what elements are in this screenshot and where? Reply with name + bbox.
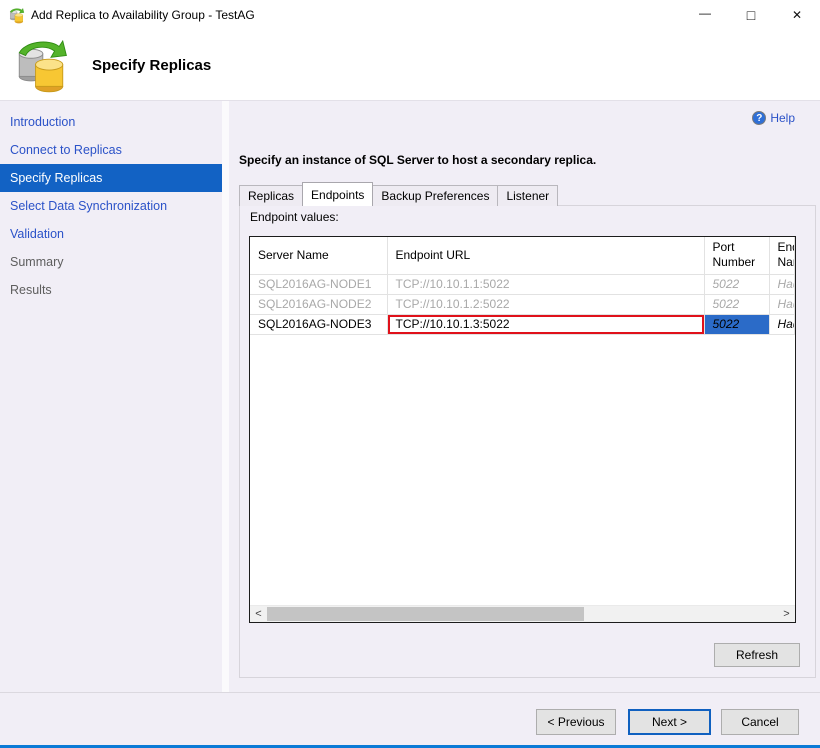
maximize-button[interactable]: □ [728,0,774,30]
endpoints-grid: Server Name Endpoint URL Port Number End… [249,236,796,623]
cell-port-number: 5022 [704,294,769,314]
page-title: Specify Replicas [92,57,211,74]
wizard-body: Introduction Connect to Replicas Specify… [0,100,820,745]
column-header-server-name: Server Name [250,237,387,274]
window-title: Add Replica to Availability Group - Test… [31,8,255,22]
cell-port-number-selected[interactable]: 5022 [704,314,769,334]
cell-endpoint-url: TCP://10.10.1.2:5022 [387,294,704,314]
cell-endpoint-name[interactable]: Hadr [769,314,795,334]
cell-endpoint-name: Hadr [769,274,795,294]
tab-replicas[interactable]: Replicas [239,185,303,206]
table-row-node1: SQL2016AG-NODE1 TCP://10.10.1.1:5022 502… [250,274,795,294]
table-row-node2: SQL2016AG-NODE2 TCP://10.10.1.2:5022 502… [250,294,795,314]
column-header-endpoint-name: Endpoint Name [769,237,795,274]
cell-port-number: 5022 [704,274,769,294]
wizard-header: Specify Replicas [0,30,820,100]
sidebar-item-select-data-synchronization[interactable]: Select Data Synchronization [0,192,222,220]
scroll-left-icon[interactable]: < [250,606,267,622]
tab-backup-preferences[interactable]: Backup Preferences [372,185,498,206]
previous-button[interactable]: < Previous [536,709,616,735]
sidebar-item-validation[interactable]: Validation [0,220,222,248]
cell-endpoint-url: TCP://10.10.1.1:5022 [387,274,704,294]
minimize-button[interactable]: — [682,0,728,30]
footer-bar: < Previous Next > Cancel [0,692,820,746]
wizard-steps-sidebar: Introduction Connect to Replicas Specify… [0,101,222,692]
scroll-right-icon[interactable]: > [778,606,795,622]
close-icon: ✕ [792,8,802,22]
close-button[interactable]: ✕ [774,0,820,30]
sidebar-item-introduction[interactable]: Introduction [0,108,222,136]
cancel-button[interactable]: Cancel [721,709,799,735]
wizard-window: Add Replica to Availability Group - Test… [0,0,820,748]
help-link[interactable]: ? Help [752,111,795,125]
sidebar-item-connect-to-replicas[interactable]: Connect to Replicas [0,136,222,164]
help-label: Help [770,111,795,125]
table-row-node3[interactable]: SQL2016AG-NODE3 TCP://10.10.1.3:5022 502… [250,314,795,334]
tab-listener[interactable]: Listener [497,185,558,206]
tab-strip: Replicas Endpoints Backup Preferences Li… [239,185,557,206]
instruction-text: Specify an instance of SQL Server to hos… [239,153,596,167]
endpoint-url-value: TCP://10.10.1.3:5022 [396,317,510,331]
sidebar-item-summary: Summary [0,248,222,276]
cell-server-name[interactable]: SQL2016AG-NODE3 [250,314,387,334]
cell-server-name: SQL2016AG-NODE2 [250,294,387,314]
sidebar-item-results: Results [0,276,222,304]
minimize-icon: — [699,6,711,20]
cell-server-name: SQL2016AG-NODE1 [250,274,387,294]
main-content: ? Help Specify an instance of SQL Server… [229,101,820,692]
scrollbar-thumb[interactable] [267,607,584,621]
table-header-row: Server Name Endpoint URL Port Number End… [250,237,795,274]
cell-endpoint-url[interactable]: TCP://10.10.1.3:5022 [387,314,704,334]
help-icon: ? [752,111,766,125]
refresh-button[interactable]: Refresh [714,643,800,667]
sidebar-divider [222,101,229,692]
horizontal-scrollbar[interactable]: < > [250,605,795,622]
maximize-icon: □ [747,7,755,23]
app-database-icon [8,7,25,24]
replica-database-icon [12,38,70,93]
cell-endpoint-name: Hadr [769,294,795,314]
tab-endpoints[interactable]: Endpoints [302,182,373,206]
sidebar-item-specify-replicas[interactable]: Specify Replicas [0,164,222,192]
endpoints-table: Server Name Endpoint URL Port Number End… [250,237,795,335]
scrollbar-track[interactable] [267,606,778,622]
column-header-port-number: Port Number [704,237,769,274]
endpoints-tab-panel: Endpoint values: Server Name Endpoint UR… [239,205,816,678]
endpoint-values-label: Endpoint values: [250,210,339,224]
next-button[interactable]: Next > [628,709,711,735]
column-header-endpoint-url: Endpoint URL [387,237,704,274]
title-bar: Add Replica to Availability Group - Test… [0,0,820,30]
